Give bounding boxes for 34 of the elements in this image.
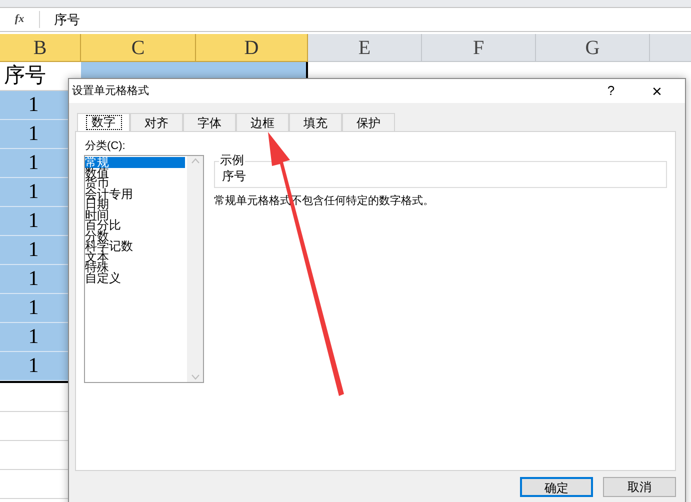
dialog-button[interactable]: 确定 <box>520 477 593 497</box>
column-header[interactable]: B <box>0 34 81 62</box>
column-header[interactable] <box>650 34 691 62</box>
list-item[interactable]: 时间 <box>85 210 187 220</box>
formula-value: 序号 <box>54 10 80 29</box>
tab[interactable]: 填充 <box>289 113 342 131</box>
tab[interactable]: 数字 <box>77 113 130 131</box>
list-item[interactable]: 百分比 <box>85 220 187 230</box>
column-header[interactable]: G <box>536 34 650 62</box>
sample-value: 序号 <box>222 169 246 183</box>
list-item[interactable]: 科学记数 <box>85 241 187 252</box>
scrollbar[interactable] <box>187 156 203 382</box>
function-label[interactable]: fx <box>0 11 40 28</box>
tab[interactable]: 字体 <box>183 113 236 131</box>
sample-label: 示例 <box>219 153 245 167</box>
close-button[interactable]: × <box>635 79 679 103</box>
dialog-button[interactable]: 取消 <box>603 477 676 497</box>
list-item[interactable]: 文本 <box>85 252 187 262</box>
list-item[interactable]: 会计专用 <box>85 188 187 199</box>
column-header[interactable]: D <box>196 34 308 62</box>
list-item[interactable]: 特殊 <box>85 262 187 272</box>
category-label: 分类(C): <box>85 139 126 154</box>
scroll-down-icon[interactable] <box>190 374 200 380</box>
tab[interactable]: 对齐 <box>130 113 183 131</box>
list-item[interactable]: 分数 <box>85 230 187 241</box>
scroll-up-icon[interactable] <box>190 158 200 164</box>
column-header[interactable]: E <box>308 34 422 62</box>
tab[interactable]: 保护 <box>342 113 395 131</box>
list-item[interactable]: 自定义 <box>85 272 187 283</box>
tab[interactable]: 边框 <box>236 113 289 131</box>
list-item[interactable]: 日期 <box>85 199 187 210</box>
help-button[interactable]: ? <box>591 79 631 103</box>
column-header[interactable]: F <box>422 34 536 62</box>
column-header[interactable]: C <box>81 34 196 62</box>
